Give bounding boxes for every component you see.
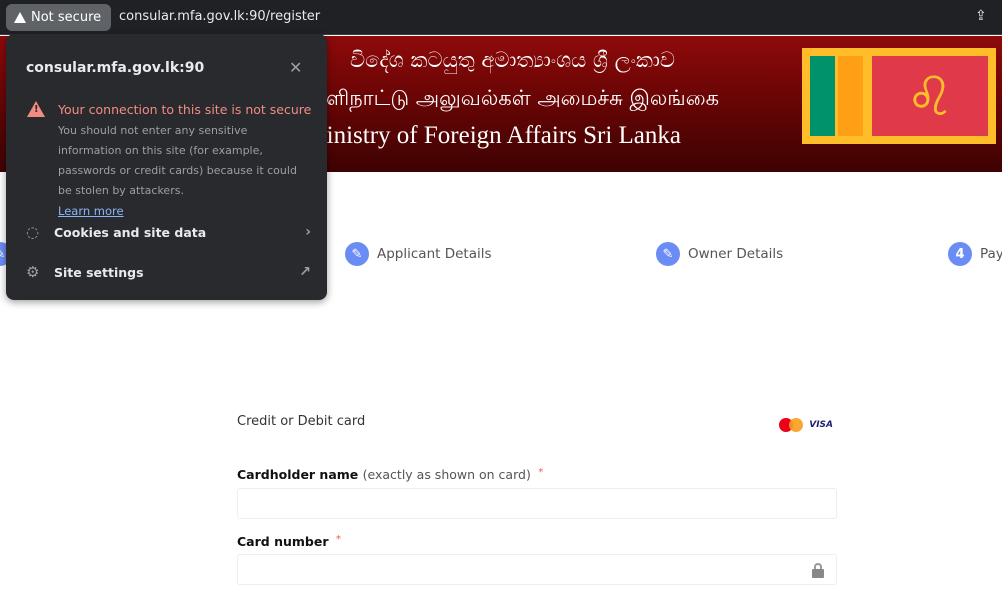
warning-title: Your connection to this site is not secu… <box>58 102 312 117</box>
cookies-label: Cookies and site data <box>54 224 207 240</box>
card-brand-logos: VISA <box>779 418 833 432</box>
card-number-input[interactable] <box>237 554 837 585</box>
close-icon[interactable]: ✕ <box>289 58 302 77</box>
step-label: Owner Details <box>688 246 784 262</box>
share-icon[interactable]: ⇪ <box>975 8 987 24</box>
cookies-and-site-data[interactable]: ◌ Cookies and site data › <box>26 220 311 244</box>
label-text: Cardholder name <box>237 467 359 482</box>
cookie-icon: ◌ <box>26 223 40 241</box>
required-marker: * <box>538 467 544 478</box>
external-link-icon: ↗ <box>299 264 311 280</box>
cardholder-name-label: Cardholder name (exactly as shown on car… <box>237 467 543 482</box>
lion-icon: ♌ <box>872 56 988 136</box>
pencil-icon: ✎ <box>345 242 369 266</box>
browser-toolbar: Not secure consular.mfa.gov.lk:90/regist… <box>0 0 1002 35</box>
warning-text: You should not enter any sensitive infor… <box>58 124 297 197</box>
banner-tamil: வெளிநாட்டு அலுவல்கள் அமைச்சு இலங்கை <box>289 86 719 110</box>
site-settings-label: Site settings <box>54 264 144 280</box>
site-settings[interactable]: ⚙ Site settings ↗ <box>26 260 311 284</box>
label-text: Card number <box>237 534 329 549</box>
visa-logo: VISA <box>809 420 833 430</box>
warning-icon: ! <box>27 101 45 117</box>
label-hint: (exactly as shown on card) <box>362 467 531 482</box>
card-form: Credit or Debit card VISA Cardholder nam… <box>237 414 837 585</box>
address-bar[interactable]: consular.mfa.gov.lk:90/register <box>119 9 320 24</box>
required-marker: * <box>335 534 341 545</box>
site-info-popup: consular.mfa.gov.lk:90 ✕ ! Your connecti… <box>6 34 327 300</box>
security-chip[interactable]: Not secure <box>6 4 111 31</box>
step-label: Pay <box>980 246 1002 262</box>
step-label: Applicant Details <box>377 246 492 262</box>
banner-sinhala: විදේශ කටයුතු අමාත්‍යාංශය ශ්‍රී ලංකාව <box>350 48 675 72</box>
payment-method-title: Credit or Debit card <box>237 414 366 429</box>
step-number: 4 <box>948 242 972 266</box>
gear-icon: ⚙ <box>26 263 40 281</box>
learn-more-link[interactable]: Learn more <box>58 204 124 218</box>
card-number-label: Card number * <box>237 534 341 549</box>
pencil-icon: ✎ <box>656 242 680 266</box>
step-owner-details[interactable]: ✎ Owner Details <box>656 242 783 266</box>
step-pay[interactable]: 4 Pay <box>948 242 1002 266</box>
lock-icon <box>812 563 824 578</box>
sri-lanka-flag: ♌ <box>802 48 996 144</box>
mastercard-logo <box>779 418 804 432</box>
banner-english: Ministry of Foreign Affairs Sri Lanka <box>304 122 681 149</box>
chevron-right-icon: › <box>305 224 311 240</box>
popup-host: consular.mfa.gov.lk:90 <box>26 60 205 76</box>
security-chip-label: Not secure <box>31 10 102 25</box>
step-applicant-details[interactable]: ✎ Applicant Details <box>345 242 492 266</box>
warning-body: You should not enter any sensitive infor… <box>58 121 313 222</box>
cardholder-name-input[interactable] <box>237 488 837 519</box>
warning-icon <box>14 12 26 23</box>
